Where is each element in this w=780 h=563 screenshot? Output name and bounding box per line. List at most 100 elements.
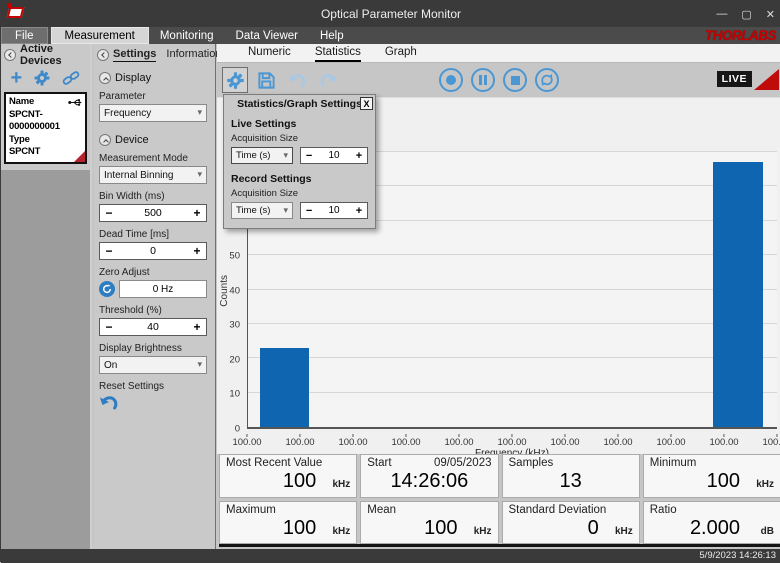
redo-button[interactable] [315,67,341,93]
tab-information[interactable]: Information [166,48,221,61]
close-button[interactable]: ✕ [766,8,775,21]
dead-time-label: Dead Time [ms] [99,229,207,240]
usb-icon [68,98,82,107]
reset-settings-undo-icon[interactable] [99,394,119,412]
live-acquisition-size-stepper: − 10 + [300,147,368,164]
menu-monitoring[interactable]: Monitoring [149,27,225,44]
increment-button[interactable]: + [188,244,206,258]
link-device-icon[interactable] [62,69,80,87]
add-device-icon[interactable]: + [11,68,23,88]
x-axis-labels: 100.00100.00100.00100.00100.00100.00100.… [247,434,777,447]
reset-settings-label: Reset Settings [99,381,207,392]
stat-mean: Mean 100kHz [360,501,498,545]
stat-minimum: Minimum 100kHz [643,454,780,498]
maximize-button[interactable]: ▢ [741,8,751,21]
threshold-stepper: − 40 + [99,318,207,336]
collapse-settings-icon[interactable] [97,49,109,61]
content-area: Active Devices + [1,44,780,549]
decrement-button[interactable]: − [301,205,317,217]
live-acquisition-size-label: Acquisition Size [231,133,368,144]
tab-graph[interactable]: Graph [385,46,417,62]
graph-settings-button[interactable] [222,67,248,93]
live-acquisition-size-value[interactable]: 10 [317,150,351,161]
parameter-dropdown[interactable]: Frequency ▾ [99,104,207,122]
threshold-label: Threshold (%) [99,305,207,316]
decrement-button[interactable]: − [100,206,118,220]
tab-numeric[interactable]: Numeric [248,46,291,62]
device-settings-gears-icon[interactable] [33,69,51,87]
dead-time-value[interactable]: 0 [118,245,188,257]
bin-width-label: Bin Width (ms) [99,191,207,202]
menu-data-viewer[interactable]: Data Viewer [225,27,309,44]
x-tick-label: 100.00 [709,434,738,448]
active-devices-panel: Active Devices + [1,44,92,549]
chevron-down-icon: ▾ [284,205,289,216]
increment-button[interactable]: + [188,320,206,334]
x-tick-label: 100.00 [338,434,367,448]
parameter-label: Parameter [99,91,207,102]
x-tick-label: 100.00 [550,434,579,448]
menu-help[interactable]: Help [309,27,355,44]
zero-adjust-value[interactable]: 0 Hz [119,280,207,298]
undo-button[interactable] [284,67,310,93]
save-button[interactable] [253,67,279,93]
stop-icon [511,76,520,85]
increment-button[interactable]: + [188,206,206,220]
live-acquisition-unit-dropdown[interactable]: Time (s) ▾ [231,147,293,164]
menu-bar: File Measurement Monitoring Data Viewer … [1,27,780,44]
tab-settings[interactable]: Settings [113,48,156,62]
stat-samples: Samples 13 [502,454,640,498]
pause-button[interactable] [471,68,495,92]
device-actions: + [1,65,90,91]
histogram-bar [713,162,763,427]
bin-width-value[interactable]: 500 [118,207,188,219]
gear-icon [226,71,245,90]
decrement-button[interactable]: − [100,244,118,258]
save-icon [257,71,276,90]
stat-most-recent-value: Most Recent Value 100kHz [219,454,357,498]
minimize-button[interactable]: — [716,8,727,20]
device-card[interactable]: Name SPCNT-0000000001 Type SPCNT [4,92,87,164]
menu-measurement[interactable]: Measurement [51,27,149,44]
record-acquisition-size-stepper: − 10 + [300,202,368,219]
title-bar: Optical Parameter Monitor — ▢ ✕ [1,1,780,27]
stat-maximum: Maximum 100kHz [219,501,357,545]
decrement-button[interactable]: − [100,320,118,334]
y-tick-label: 10 [229,389,240,400]
menu-file[interactable]: File [1,27,48,44]
record-acquisition-size-label: Acquisition Size [231,188,368,199]
device-section-title: Device [115,134,149,146]
statistics-graph-settings-popup: Statistics/Graph Settings X Live Setting… [223,94,376,229]
live-settings-heading: Live Settings [231,118,368,130]
display-section-collapse-icon[interactable] [99,72,111,84]
y-tick-label: 0 [235,424,240,435]
record-acquisition-unit-dropdown[interactable]: Time (s) ▾ [231,202,293,219]
y-tick-label: 20 [229,354,240,365]
x-tick-label: 100.00 [656,434,685,448]
record-settings-heading: Record Settings [231,173,368,185]
device-type-value: SPCNT [9,146,82,159]
gridline [248,323,777,324]
dead-time-stepper: − 0 + [99,242,207,260]
tab-statistics[interactable]: Statistics [315,46,361,62]
zero-adjust-refresh-icon[interactable] [99,281,115,297]
thorlabs-logo: THORLABS [705,27,780,44]
record-acquisition-size-value[interactable]: 10 [317,205,351,216]
display-brightness-dropdown[interactable]: On ▾ [99,356,207,374]
threshold-value[interactable]: 40 [118,321,188,333]
chevron-down-icon: ▾ [197,359,202,370]
decrement-button[interactable]: − [301,150,317,162]
measurement-mode-dropdown[interactable]: Internal Binning ▾ [99,166,207,184]
popup-title: Statistics/Graph Settings [237,98,362,110]
device-section-collapse-icon[interactable] [99,134,111,146]
increment-button[interactable]: + [351,150,367,162]
live-badge: LIVE [717,71,752,87]
collapse-panel-icon[interactable] [4,49,16,61]
stop-button[interactable] [503,68,527,92]
chevron-down-icon: ▾ [197,169,202,180]
record-button[interactable] [439,68,463,92]
increment-button[interactable]: + [351,205,367,217]
stat-standard-deviation: Standard Deviation 0kHz [502,501,640,545]
popup-close-button[interactable]: X [360,97,373,110]
loop-button[interactable] [535,68,559,92]
